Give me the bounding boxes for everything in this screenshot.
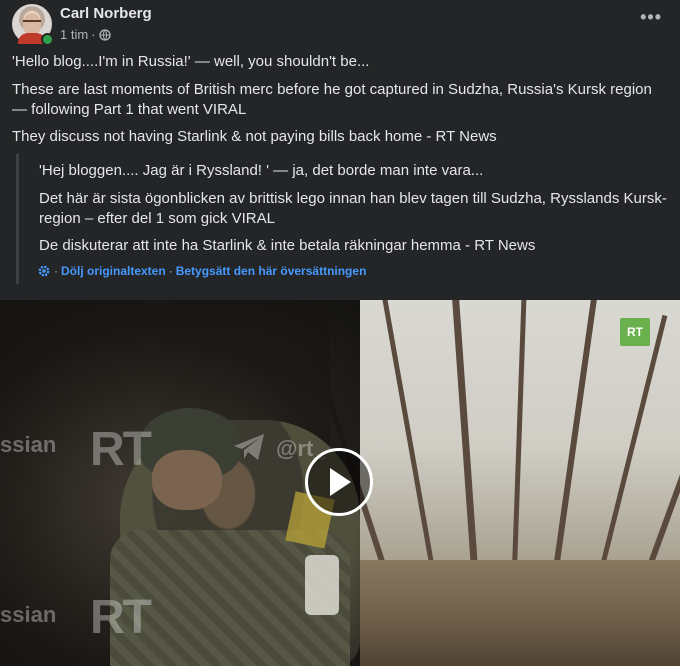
post-text-line-1: 'Hello blog....I'm in Russia!' — well, y… — [12, 53, 370, 70]
translation-links: · Dölj originaltexten · Betygsätt den hä… — [37, 264, 366, 278]
translation-line-1: 'Hej bloggen.... Jag är i Ryssland! ' — … — [39, 162, 484, 179]
online-status-dot — [41, 33, 54, 46]
links-dot-2: · — [168, 264, 173, 278]
hide-original-link[interactable]: Dölj originaltexten — [61, 264, 166, 278]
video-soldier-face — [152, 450, 222, 510]
telegram-icon — [234, 434, 264, 460]
video-player[interactable]: ssian RT @rt_ ssian RT RT — [0, 300, 680, 666]
watermark-rt-2: RT — [90, 591, 152, 644]
author-name[interactable]: Carl Norberg — [60, 5, 152, 22]
play-icon — [330, 468, 351, 496]
post-text-line-3: They discuss not having Starlink & not p… — [12, 128, 497, 145]
watermark-side-text: ssian — [0, 432, 57, 457]
avatar-glasses — [23, 20, 41, 27]
avatar[interactable] — [12, 4, 54, 46]
play-button[interactable] — [305, 448, 373, 516]
video-bottle — [305, 555, 339, 615]
gear-icon — [38, 265, 50, 277]
translation-block: 'Hej bloggen.... Jag är i Ryssland! ' — … — [16, 154, 669, 284]
post-text-line-2: These are last moments of British merc b… — [12, 81, 652, 118]
meta-separator: · — [91, 27, 96, 42]
watermark-rt: RT — [90, 423, 152, 476]
more-options-icon[interactable]: ••• — [640, 7, 662, 28]
translation-line-3: De diskuterar att inte ha Starlink & int… — [39, 237, 536, 254]
post-time[interactable]: 1 tim — [60, 27, 88, 42]
watermark-side-text-2: ssian — [0, 602, 57, 627]
post-meta: 1 tim · — [60, 27, 111, 42]
post-header: Carl Norberg 1 tim · ••• — [12, 3, 668, 46]
translation-line-2: Det här är sista ögonblicken av brittisk… — [39, 190, 667, 227]
globe-icon[interactable] — [98, 28, 111, 41]
rate-translation-link[interactable]: Betygsätt den här översättningen — [176, 264, 367, 278]
rt-logo: RT — [620, 318, 650, 346]
links-dot-1: · — [54, 264, 58, 278]
video-ground — [360, 560, 680, 666]
